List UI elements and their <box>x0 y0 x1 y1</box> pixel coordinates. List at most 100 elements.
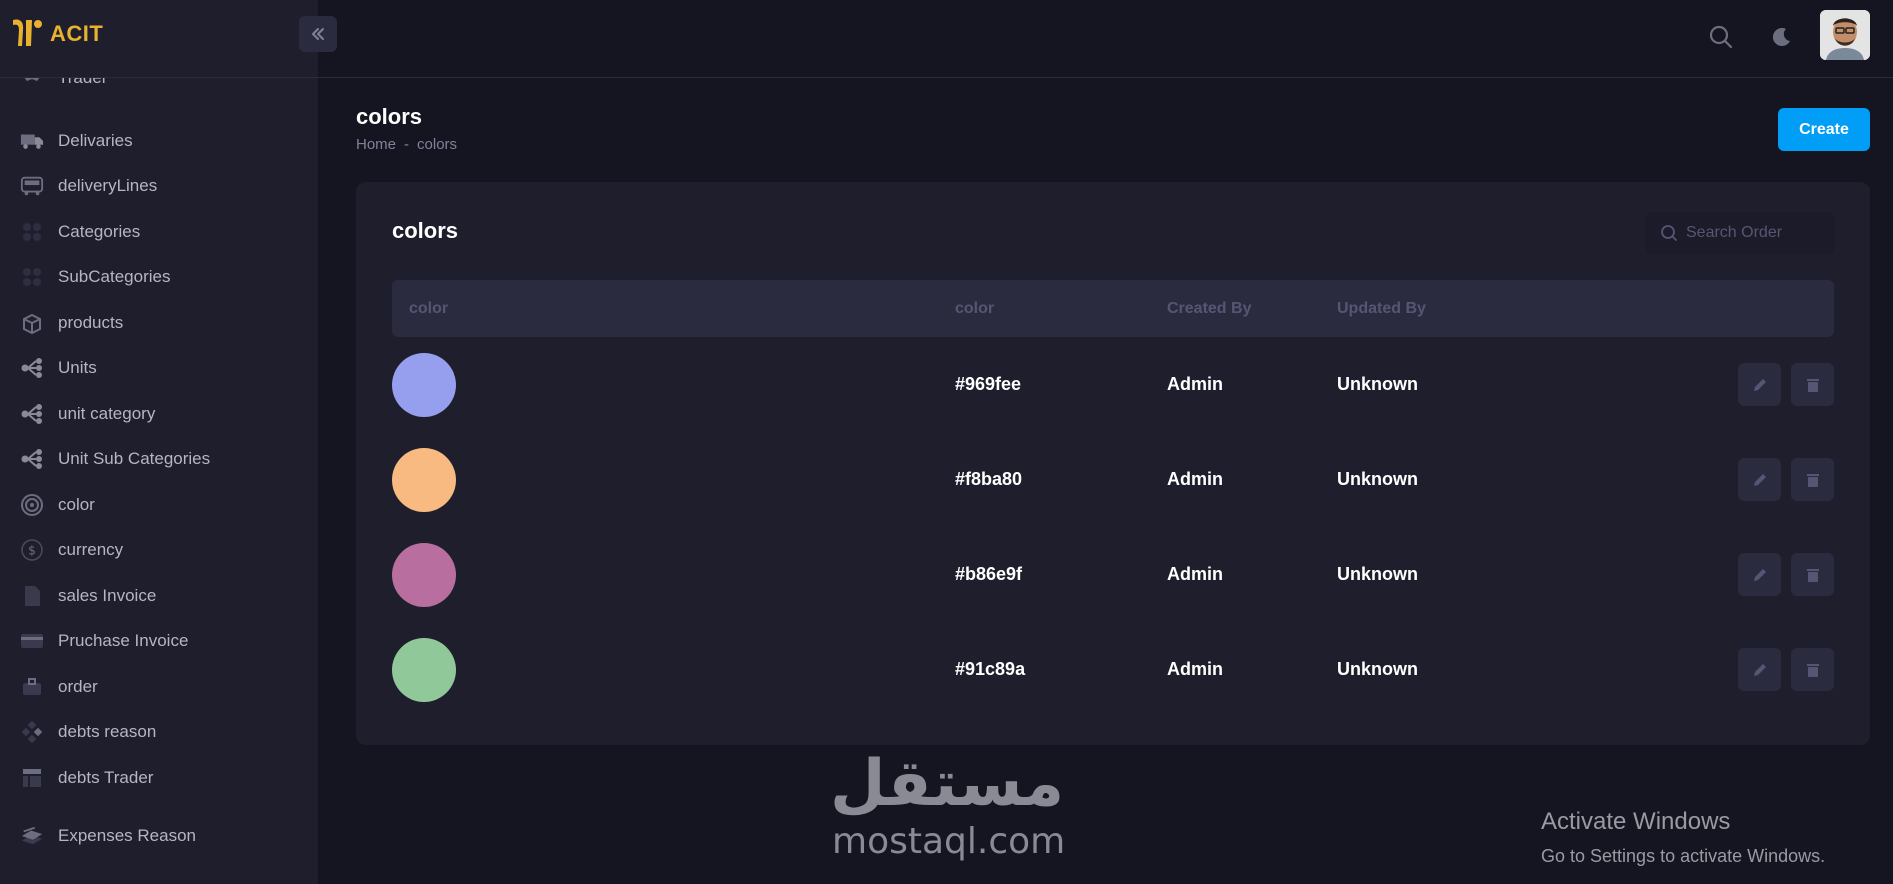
sidebar-item-subcategories[interactable]: SubCategories <box>0 257 318 297</box>
sidebar-item-units[interactable]: Units <box>0 348 318 388</box>
create-button[interactable]: Create <box>1778 108 1870 151</box>
updated-by: Unknown <box>1337 659 1418 679</box>
delete-button[interactable] <box>1791 363 1834 406</box>
sidebar-item-label: debts Trader <box>58 768 154 787</box>
palette-icon <box>20 493 44 517</box>
sidebar-item-sales-invoice[interactable]: sales Invoice <box>0 576 318 616</box>
color-swatch <box>392 353 456 417</box>
truck-icon <box>20 129 44 153</box>
sidebar-item-label: sales Invoice <box>58 586 157 605</box>
logo-text: ACIT <box>50 21 104 46</box>
sidebar-item-label: debts reason <box>58 722 157 741</box>
sidebar-item-expenses-reason[interactable]: Expenses Reason <box>0 816 318 856</box>
search-input[interactable] <box>1686 224 1826 242</box>
trash-icon <box>1806 568 1819 582</box>
handshake-icon <box>20 78 44 90</box>
activate-windows-notice: Activate Windows Go to Settings to activ… <box>1541 808 1825 867</box>
activate-subtitle: Go to Settings to activate Windows. <box>1541 846 1826 866</box>
created-by: Admin <box>1167 469 1223 489</box>
watermark-latin: mostaql.com <box>832 821 1066 862</box>
sidebar-item-label: Trader <box>58 78 107 88</box>
diamond-icon <box>20 720 44 744</box>
file-icon <box>20 584 44 608</box>
color-hex: #969fee <box>955 374 1022 394</box>
sidebar-item-products[interactable]: products <box>0 303 318 343</box>
table-header: color color Created By Updated By <box>392 280 1834 337</box>
user-photo-icon <box>1820 10 1870 60</box>
breadcrumb-current: colors <box>417 136 458 153</box>
sidebar-item-currency[interactable]: $ currency <box>0 530 318 570</box>
delete-button[interactable] <box>1791 553 1834 596</box>
sidebar-item-label: deliveryLines <box>58 176 158 195</box>
sidebar-item-unit-category[interactable]: unit category <box>0 394 318 434</box>
search-button[interactable] <box>1706 22 1736 52</box>
double-chevron-left-icon <box>312 28 324 40</box>
sidebar-item-debts-trader[interactable]: debts Trader <box>0 758 318 798</box>
delete-button[interactable] <box>1791 458 1834 501</box>
sidebar-item-label: Delivaries <box>58 131 133 150</box>
boxes-icon <box>20 311 44 335</box>
sidebar-item-label: Units <box>58 358 97 377</box>
sidebar-item-unit-sub-categories[interactable]: Unit Sub Categories <box>0 439 318 479</box>
top-header <box>318 0 1893 78</box>
bus-icon <box>20 174 44 198</box>
color-hex: #f8ba80 <box>955 469 1023 489</box>
sidebar-item-debts-reason[interactable]: debts reason <box>0 712 318 752</box>
card-title: colors <box>392 218 459 243</box>
column-header-created-by[interactable]: Created By <box>1167 300 1251 318</box>
updated-by: Unknown <box>1337 374 1418 394</box>
search-icon <box>1709 25 1733 49</box>
sidebar-item-label: color <box>58 495 95 514</box>
grid-icon <box>20 220 44 244</box>
sidebar-item-deliverylines[interactable]: deliveryLines <box>0 166 318 206</box>
theme-toggle-button[interactable] <box>1767 22 1797 52</box>
sidebar-item-trader[interactable]: Trader <box>0 78 318 98</box>
sidebar-item-categories[interactable]: Categories <box>0 212 318 252</box>
sidebar-header: ACIT <box>0 0 318 78</box>
column-header-updated-by[interactable]: Updated By <box>1337 300 1426 318</box>
trash-icon <box>1806 378 1819 392</box>
avatar[interactable] <box>1820 10 1870 60</box>
created-by: Admin <box>1167 374 1223 394</box>
sidebar-item-delivaries[interactable]: Delivaries <box>0 121 318 161</box>
sidebar-item-label: Categories <box>58 222 141 241</box>
pencil-icon <box>1753 663 1766 676</box>
sidebar-item-pruchase-invoice[interactable]: Pruchase Invoice <box>0 621 318 661</box>
collapse-sidebar-button[interactable] <box>299 16 337 52</box>
edit-button[interactable] <box>1738 363 1781 406</box>
column-header-color-hex[interactable]: color <box>955 300 994 318</box>
table-row: #91c89a Admin Unknown <box>392 622 1834 717</box>
breadcrumb: Home - colors <box>356 136 457 153</box>
sidebar-item-label: unit category <box>58 404 156 423</box>
edit-button[interactable] <box>1738 458 1781 501</box>
edit-button[interactable] <box>1738 648 1781 691</box>
breadcrumb-home[interactable]: Home <box>356 136 396 153</box>
trash-icon <box>1806 663 1819 677</box>
trash-icon <box>1806 473 1819 487</box>
sidebar-item-color[interactable]: color <box>0 485 318 525</box>
pencil-icon <box>1753 568 1766 581</box>
grid-icon <box>20 265 44 289</box>
sidebar-item-label: products <box>58 313 124 332</box>
logo[interactable]: ACIT <box>10 16 103 52</box>
edit-button[interactable] <box>1738 553 1781 596</box>
table-row: #969fee Admin Unknown <box>392 337 1834 432</box>
sidebar: ACIT Trader Delivaries deliveryLines <box>0 0 337 884</box>
moon-icon <box>1772 28 1790 47</box>
search-icon <box>1661 225 1677 241</box>
layout-icon <box>20 766 44 790</box>
sidebar-item-label: SubCategories <box>58 267 171 286</box>
pencil-icon <box>1753 473 1766 486</box>
column-header-color-swatch[interactable]: color <box>409 300 448 318</box>
colors-card: colors color color Created By Updated By… <box>356 182 1870 745</box>
stack-icon <box>20 824 44 848</box>
sidebar-item-order[interactable]: order <box>0 667 318 707</box>
sidebar-menu: Trader Delivaries deliveryLines Categori… <box>0 78 318 884</box>
sidebar-item-label: currency <box>58 540 124 559</box>
delete-button[interactable] <box>1791 648 1834 691</box>
sidebar-item-label: Unit Sub Categories <box>58 449 211 468</box>
dollar-icon: $ <box>20 538 44 562</box>
created-by: Admin <box>1167 564 1223 584</box>
color-hex: #91c89a <box>955 659 1026 679</box>
color-swatch <box>392 543 456 607</box>
